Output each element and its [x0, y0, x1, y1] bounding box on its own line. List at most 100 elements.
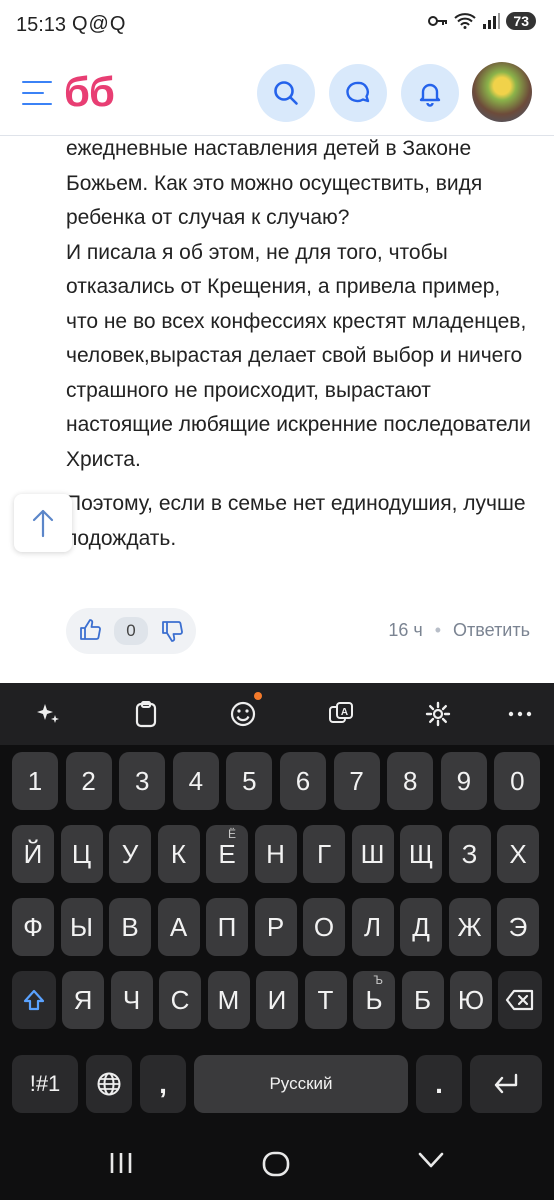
- key-3[interactable]: 3: [119, 752, 166, 810]
- key-8[interactable]: 8: [387, 752, 434, 810]
- key-Л[interactable]: Л: [351, 898, 394, 956]
- vote-panel: 0: [66, 608, 196, 654]
- key-Ж[interactable]: Ж: [448, 898, 491, 956]
- reply-button[interactable]: Ответить: [453, 620, 530, 641]
- key-Г[interactable]: Г: [303, 825, 345, 883]
- key-Ю[interactable]: Ю: [450, 971, 492, 1029]
- home-icon[interactable]: [262, 1151, 290, 1177]
- back-icon[interactable]: [418, 1151, 444, 1169]
- language-key[interactable]: [86, 1055, 132, 1113]
- thumbs-down-icon[interactable]: [160, 619, 184, 643]
- key-А[interactable]: А: [157, 898, 200, 956]
- key-В[interactable]: В: [109, 898, 151, 956]
- key-Й[interactable]: Й: [12, 825, 54, 883]
- backspace-key[interactable]: [498, 971, 542, 1029]
- search-button[interactable]: [257, 64, 315, 122]
- key-Н[interactable]: Н: [254, 825, 297, 883]
- site-logo[interactable]: бб: [64, 68, 115, 116]
- comma-key[interactable]: ,: [140, 1055, 186, 1113]
- key-Х[interactable]: Х: [497, 825, 539, 883]
- chat-icon: [346, 81, 370, 103]
- key-2[interactable]: 2: [65, 752, 112, 810]
- app-header: бб: [0, 56, 554, 136]
- translate-icon[interactable]: A: [324, 697, 358, 731]
- space-key[interactable]: Русский: [194, 1055, 408, 1113]
- key-hint: Ё: [227, 827, 236, 841]
- key-Р[interactable]: Р: [254, 898, 297, 956]
- emoji-badge: [254, 692, 262, 700]
- comment-time: 16 ч: [388, 620, 423, 640]
- search-icon: [274, 81, 298, 105]
- key-label: Ь: [365, 984, 383, 1015]
- settings-icon[interactable]: [421, 697, 455, 731]
- key-Т[interactable]: Т: [304, 971, 347, 1029]
- key-Б[interactable]: Б: [401, 971, 444, 1029]
- key-К[interactable]: К: [157, 825, 200, 883]
- globe-icon: [97, 1072, 121, 1096]
- backspace-icon: [505, 989, 534, 1011]
- battery-indicator: 73: [506, 12, 536, 30]
- notifications-button[interactable]: [401, 64, 459, 122]
- key-hint: Ъ: [373, 973, 384, 987]
- enter-key[interactable]: [470, 1055, 542, 1113]
- comment-paragraph: Поэтому, если в семье нет единодушия, лу…: [66, 492, 526, 550]
- notification-icons: Q@Q: [72, 13, 127, 35]
- key-З[interactable]: З: [448, 825, 491, 883]
- key-Щ[interactable]: Щ: [400, 825, 442, 883]
- key-Ы[interactable]: Ы: [60, 898, 103, 956]
- comment-meta: 16 ч • Ответить: [388, 620, 530, 641]
- key-7[interactable]: 7: [333, 752, 380, 810]
- key-Е[interactable]: ЕЁ: [206, 825, 248, 883]
- signal-icon: [483, 13, 501, 29]
- avatar[interactable]: [472, 62, 532, 122]
- vote-count: 0: [114, 617, 148, 645]
- scroll-to-top-button[interactable]: [14, 494, 72, 552]
- emoji-icon[interactable]: [226, 692, 262, 731]
- key-Д[interactable]: Д: [400, 898, 442, 956]
- period-key[interactable]: .: [416, 1055, 462, 1113]
- more-icon[interactable]: [503, 697, 537, 731]
- status-right: 73: [428, 12, 536, 30]
- key-5[interactable]: 5: [226, 752, 273, 810]
- shift-icon: [23, 989, 45, 1011]
- status-bar: 15:13 Q@Q 73: [0, 0, 554, 56]
- key-label: Е: [218, 838, 236, 869]
- comment-body: ежедневные наставления детей в Законе Бо…: [66, 132, 536, 556]
- key-Ч[interactable]: Ч: [110, 971, 153, 1029]
- shift-key[interactable]: [12, 971, 56, 1029]
- key-П[interactable]: П: [206, 898, 248, 956]
- key-9[interactable]: 9: [440, 752, 487, 810]
- key-4[interactable]: 4: [172, 752, 219, 810]
- key-У[interactable]: У: [109, 825, 151, 883]
- key-Ш[interactable]: Ш: [351, 825, 394, 883]
- system-navbar: [0, 1129, 554, 1200]
- sparkle-icon[interactable]: [31, 697, 65, 731]
- key-Ц[interactable]: Ц: [60, 825, 103, 883]
- key-Ф[interactable]: Ф: [12, 898, 54, 956]
- comment-paragraph: ежедневные наставления детей в Законе Бо…: [66, 137, 483, 229]
- key-Ь[interactable]: ЬЪ: [353, 971, 395, 1029]
- meta-separator: •: [434, 620, 442, 640]
- recent-apps-icon[interactable]: [108, 1151, 134, 1175]
- comment-paragraph: И писала я об этом, не для того, чтобы о…: [66, 240, 531, 471]
- key-1[interactable]: 1: [12, 752, 58, 810]
- key-Э[interactable]: Э: [497, 898, 539, 956]
- arrow-up-icon: [32, 509, 54, 538]
- key-icon: [428, 16, 448, 26]
- key-И[interactable]: И: [256, 971, 298, 1029]
- clipboard-icon[interactable]: [129, 697, 163, 731]
- key-С[interactable]: С: [159, 971, 201, 1029]
- keyboard: A 1234567890ЙЦУКЕЁНГШЩЗХФЫВАПРОЛДЖЭЯЧСМИ…: [0, 683, 554, 1200]
- menu-icon[interactable]: [22, 81, 52, 105]
- svg-text:A: A: [341, 707, 348, 718]
- key-6[interactable]: 6: [280, 752, 326, 810]
- thumbs-up-icon[interactable]: [78, 618, 102, 642]
- symbols-key[interactable]: !#1: [12, 1055, 78, 1113]
- messages-button[interactable]: [329, 64, 387, 122]
- key-О[interactable]: О: [303, 898, 345, 956]
- status-time: 15:13: [16, 14, 67, 36]
- key-0[interactable]: 0: [494, 752, 541, 810]
- key-М[interactable]: М: [207, 971, 250, 1029]
- keyboard-toolbar: A: [0, 683, 554, 745]
- key-Я[interactable]: Я: [62, 971, 104, 1029]
